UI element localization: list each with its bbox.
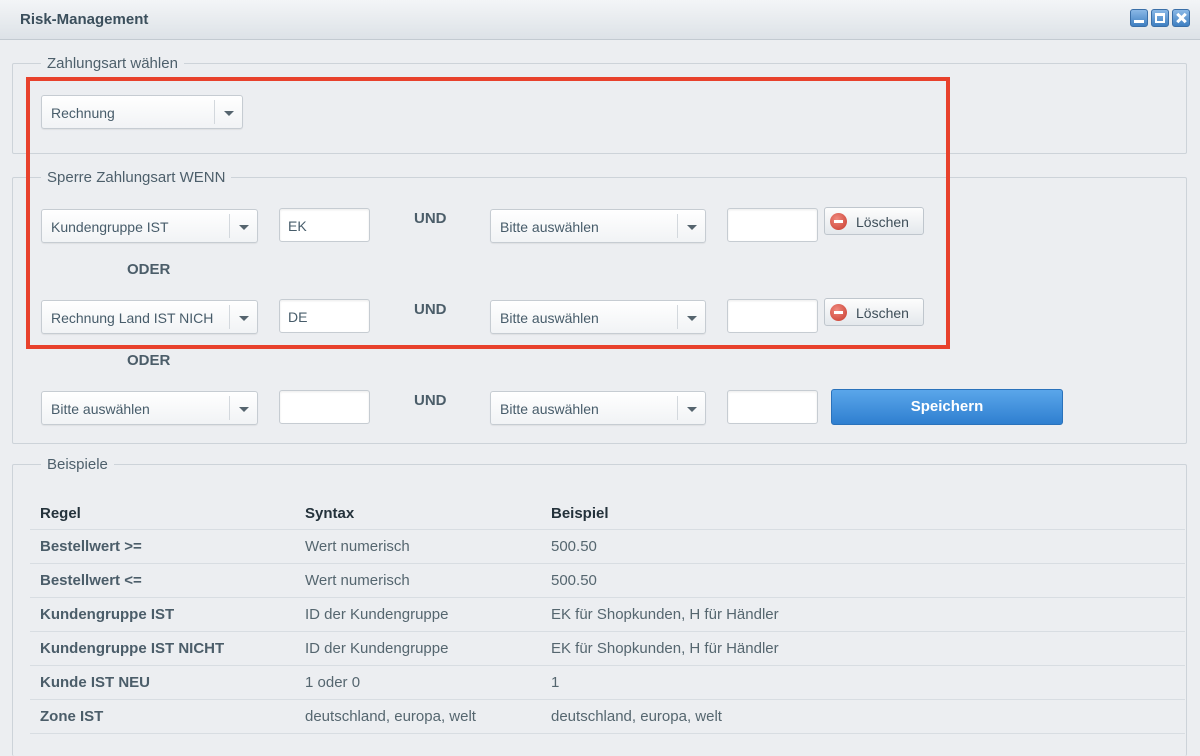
- rule-2-condition-select[interactable]: Rechnung Land IST NICH: [41, 300, 258, 334]
- chevron-down-icon: [229, 305, 257, 329]
- rule-cell: Zone IST: [40, 708, 104, 725]
- rule-cell: Kundengruppe IST NICHT: [40, 640, 225, 657]
- example-cell: EK für Shopkunden, H für Händler: [551, 606, 779, 623]
- table-row: Kundengruppe IST ID der Kundengruppe EK …: [30, 598, 1185, 632]
- rule-1-and-label: UND: [414, 210, 447, 227]
- table-row: Bestellwert <= Wert numerisch 500.50: [30, 564, 1185, 598]
- minimize-icon[interactable]: [1130, 9, 1148, 27]
- rule-1-value-input[interactable]: EK: [279, 208, 370, 242]
- syntax-cell: Wert numerisch: [305, 572, 410, 589]
- rule-3-and-condition-value: Bitte auswählen: [500, 401, 599, 417]
- table-row: Bestellwert >= Wert numerisch 500.50: [30, 530, 1185, 564]
- minus-circle-icon: [830, 304, 847, 321]
- maximize-icon[interactable]: [1151, 9, 1169, 27]
- example-cell: 1: [551, 674, 560, 691]
- save-button[interactable]: Speichern: [831, 389, 1063, 425]
- chevron-down-icon: [229, 396, 257, 420]
- chevron-down-icon: [677, 396, 705, 420]
- syntax-cell: Wert numerisch: [305, 538, 410, 555]
- table-header-row: Regel Syntax Beispiel: [30, 497, 1185, 530]
- chevron-down-icon: [677, 305, 705, 329]
- payment-method-select[interactable]: Rechnung: [41, 95, 243, 129]
- chevron-down-icon: [677, 214, 705, 238]
- rule-2-value-input[interactable]: DE: [279, 299, 370, 333]
- example-cell: 500.50: [551, 538, 597, 555]
- rule-2-condition-value: Rechnung Land IST NICH: [51, 310, 214, 326]
- header-syntax: Syntax: [305, 505, 355, 522]
- syntax-cell: deutschland, europa, welt: [305, 708, 476, 725]
- rule-2-and-label: UND: [414, 301, 447, 318]
- delete-button-label: Löschen: [856, 214, 909, 230]
- rule-3-condition-select[interactable]: Bitte auswählen: [41, 391, 258, 425]
- example-cell: deutschland, europa, welt: [551, 708, 722, 725]
- example-cell: EK für Shopkunden, H für Händler: [551, 640, 779, 657]
- rule-2-and-value-input[interactable]: [727, 299, 818, 333]
- or-label-2: ODER: [127, 352, 171, 369]
- close-icon[interactable]: [1172, 9, 1190, 27]
- example-cell: 500.50: [551, 572, 597, 589]
- rule-2-delete-button[interactable]: Löschen: [824, 298, 924, 326]
- rule-cell: Kundengruppe IST: [40, 606, 175, 623]
- syntax-cell: ID der Kundengruppe: [305, 606, 449, 623]
- table-row: Zone IST deutschland, europa, welt deuts…: [30, 700, 1185, 734]
- rule-1-delete-button[interactable]: Löschen: [824, 207, 924, 235]
- rule-3-and-label: UND: [414, 392, 447, 409]
- rule-1-condition-select[interactable]: Kundengruppe IST: [41, 209, 258, 243]
- examples-table: Regel Syntax Beispiel Bestellwert >= Wer…: [30, 497, 1185, 734]
- or-label-1: ODER: [127, 261, 171, 278]
- payment-method-legend: Zahlungsart wählen: [47, 55, 178, 72]
- table-row: Kunde IST NEU 1 oder 0 1: [30, 666, 1185, 700]
- chevron-down-icon: [229, 214, 257, 238]
- examples-legend: Beispiele: [47, 456, 108, 473]
- rule-cell: Kunde IST NEU: [40, 674, 151, 691]
- syntax-cell: ID der Kundengruppe: [305, 640, 449, 657]
- delete-button-label: Löschen: [856, 305, 909, 321]
- rule-1-and-condition-select[interactable]: Bitte auswählen: [490, 209, 706, 243]
- rule-3-and-value-input[interactable]: [727, 390, 818, 424]
- window-title: Risk-Management: [20, 11, 149, 28]
- rule-1-and-condition-value: Bitte auswählen: [500, 219, 599, 235]
- rule-3-and-condition-select[interactable]: Bitte auswählen: [490, 391, 706, 425]
- table-row: Kundengruppe IST NICHT ID der Kundengrup…: [30, 632, 1185, 666]
- rule-cell: Bestellwert <=: [40, 572, 142, 589]
- rule-3-condition-value: Bitte auswählen: [51, 401, 150, 417]
- rule-cell: Bestellwert >=: [40, 538, 142, 555]
- rule-1-and-value-input[interactable]: [727, 208, 818, 242]
- rule-2-and-condition-select[interactable]: Bitte auswählen: [490, 300, 706, 334]
- rule-2-and-condition-value: Bitte auswählen: [500, 310, 599, 326]
- rule-3-value-input[interactable]: [279, 390, 370, 424]
- window-controls: [1130, 9, 1190, 27]
- chevron-down-icon: [214, 100, 242, 124]
- block-rules-legend: Sperre Zahlungsart WENN: [47, 169, 226, 186]
- rule-1-condition-value: Kundengruppe IST: [51, 219, 169, 235]
- header-rule: Regel: [40, 505, 81, 522]
- minus-circle-icon: [830, 213, 847, 230]
- syntax-cell: 1 oder 0: [305, 674, 361, 691]
- header-example: Beispiel: [551, 505, 609, 522]
- payment-method-value: Rechnung: [51, 105, 115, 121]
- window-titlebar: Risk-Management: [0, 0, 1200, 40]
